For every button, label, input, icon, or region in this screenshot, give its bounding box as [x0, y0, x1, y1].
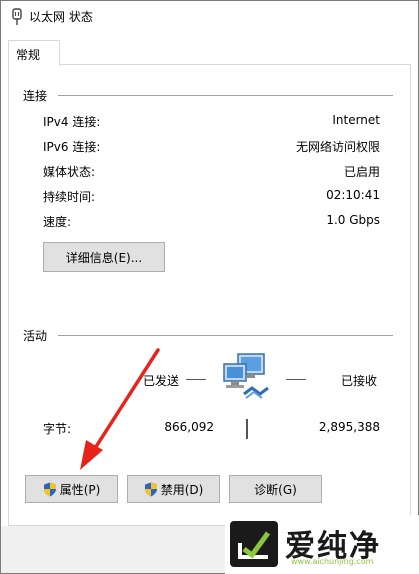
ipv4-label: IPv4 连接:	[43, 115, 101, 129]
tab-panel-general	[8, 64, 411, 526]
uac-shield-icon	[144, 482, 157, 496]
network-adapter-icon	[12, 8, 22, 25]
connection-group-header: 连接	[23, 89, 48, 103]
media-state-label: 媒体状态:	[43, 165, 96, 179]
sent-label: 已发送	[143, 374, 180, 388]
media-state-value: 已启用	[343, 165, 380, 179]
watermark-url: www.aichunjing.com	[291, 557, 374, 566]
connection-divider	[58, 95, 393, 96]
duration-label: 持续时间:	[43, 190, 96, 204]
ipv6-value: 无网络访问权限	[295, 140, 380, 154]
ipv6-label: IPv6 连接:	[43, 140, 101, 154]
sent-dash	[186, 379, 206, 380]
activity-group-header: 活动	[23, 329, 48, 343]
tab-general-label: 常规	[16, 48, 41, 62]
watermark: 爱纯净 www.aichunjing.com	[225, 515, 419, 574]
bytes-label: 字节:	[43, 422, 72, 436]
activity-divider	[58, 335, 393, 336]
speed-value: 1.0 Gbps	[326, 213, 380, 227]
received-dash	[286, 379, 306, 380]
title-bar[interactable]: 以太网 状态	[1, 1, 418, 31]
diagnose-button[interactable]: 诊断(G)	[229, 475, 322, 503]
disable-button-label: 禁用(D)	[160, 482, 204, 497]
uac-shield-icon	[43, 482, 56, 496]
activity-separator	[246, 419, 248, 439]
properties-button-label: 属性(P)	[59, 482, 101, 497]
bytes-sent-value: 866,092	[164, 420, 214, 434]
bytes-received-value: 2,895,388	[318, 420, 380, 434]
duration-value: 02:10:41	[326, 188, 380, 202]
ipv4-value: Internet	[332, 113, 380, 127]
received-label: 已接收	[341, 374, 378, 388]
window-title: 以太网 状态	[29, 10, 93, 24]
details-button[interactable]: 详细信息(E)...	[43, 242, 165, 272]
properties-button[interactable]: 属性(P)	[25, 475, 118, 503]
tab-general[interactable]: 常规	[8, 40, 60, 66]
speed-label: 速度:	[43, 215, 72, 229]
disable-button[interactable]: 禁用(D)	[127, 475, 220, 503]
network-computers-icon	[223, 353, 269, 399]
watermark-logo-icon	[230, 521, 278, 567]
